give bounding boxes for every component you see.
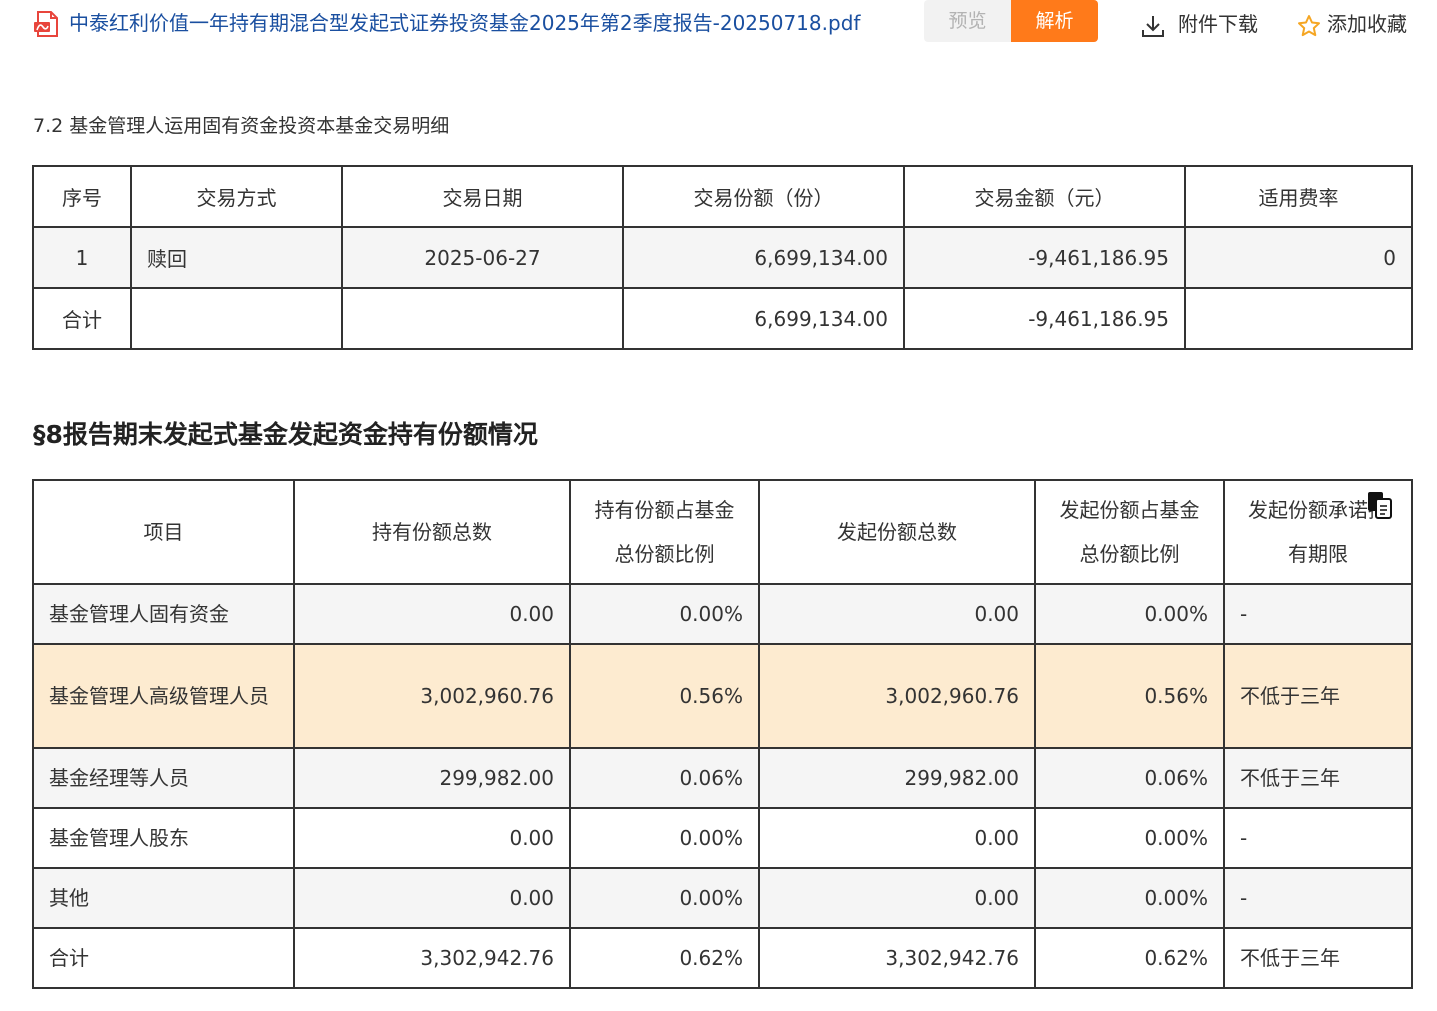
table-cell: 0.00% bbox=[1034, 867, 1225, 929]
table-cell: 0.00 bbox=[758, 867, 1036, 929]
section-7-2-title: 7.2 基金管理人运用固有资金投资本基金交易明细 bbox=[33, 115, 450, 137]
table-cell: 6,699,134.00 bbox=[622, 226, 905, 289]
table-cell: 0.56% bbox=[1034, 643, 1225, 749]
parse-button[interactable]: 解析 bbox=[1011, 0, 1098, 42]
table-cell: - bbox=[1223, 867, 1413, 929]
table-cell: 0.00 bbox=[293, 583, 571, 645]
column-header: 交易金额（元） bbox=[903, 165, 1186, 228]
transaction-detail-table: 序号 交易方式 交易日期 交易份额（份） 交易金额（元） 适用费率 1 赎回 2… bbox=[32, 165, 1413, 350]
table-cell: 0.00 bbox=[758, 807, 1036, 869]
table-cell: 0.06% bbox=[1034, 747, 1225, 809]
table-row: 基金经理等人员 299,982.00 0.06% 299,982.00 0.06… bbox=[32, 747, 1413, 809]
table-cell: - bbox=[1223, 583, 1413, 645]
table-row: 基金管理人固有资金 0.00 0.00% 0.00 0.00% - bbox=[32, 583, 1413, 645]
table-cell: 0.00% bbox=[569, 583, 760, 645]
table-cell: 其他 bbox=[32, 867, 295, 929]
column-header: 交易方式 bbox=[130, 165, 343, 228]
table-cell: 0.62% bbox=[569, 927, 760, 989]
download-icon bbox=[1142, 15, 1164, 37]
column-header: 交易日期 bbox=[341, 165, 624, 228]
table-cell bbox=[1184, 287, 1413, 350]
table-cell: 基金经理等人员 bbox=[32, 747, 295, 809]
table-cell: 基金管理人固有资金 bbox=[32, 583, 295, 645]
table-cell: 不低于三年 bbox=[1223, 643, 1413, 749]
column-header: 序号 bbox=[32, 165, 132, 228]
table-cell: 1 bbox=[32, 226, 132, 289]
table-header-row: 项目 持有份额总数 持有份额占基金总份额比例 发起份额总数 发起份额占基金总份额… bbox=[32, 479, 1413, 585]
table-cell: 基金管理人高级管理人员 bbox=[32, 643, 295, 749]
copy-icon[interactable] bbox=[1366, 490, 1394, 520]
seed-fund-holdings-table: 项目 持有份额总数 持有份额占基金总份额比例 发起份额总数 发起份额占基金总份额… bbox=[32, 479, 1413, 989]
table-cell: 不低于三年 bbox=[1223, 927, 1413, 989]
table-cell: 0.00% bbox=[569, 867, 760, 929]
table-cell: 0.00 bbox=[293, 807, 571, 869]
table-cell bbox=[130, 287, 343, 350]
table-row-total: 合计 3,302,942.76 0.62% 3,302,942.76 0.62%… bbox=[32, 927, 1413, 989]
column-header: 发起份额总数 bbox=[758, 479, 1036, 585]
table-cell: 合计 bbox=[32, 927, 295, 989]
star-icon bbox=[1298, 14, 1320, 36]
table-cell: 3,002,960.76 bbox=[758, 643, 1036, 749]
column-header: 持有份额总数 bbox=[293, 479, 571, 585]
add-favorite-button[interactable]: 添加收藏 bbox=[1297, 9, 1407, 39]
table-row: 1 赎回 2025-06-27 6,699,134.00 -9,461,186.… bbox=[32, 226, 1413, 289]
top-bar: 中泰红利价值一年持有期混合型发起式证券投资基金2025年第2季度报告-20250… bbox=[0, 0, 1437, 48]
table-header-row: 序号 交易方式 交易日期 交易份额（份） 交易金额（元） 适用费率 bbox=[32, 165, 1413, 228]
column-header: 交易份额（份） bbox=[622, 165, 905, 228]
table-cell: 299,982.00 bbox=[293, 747, 571, 809]
table-row-total: 合计 6,699,134.00 -9,461,186.95 bbox=[32, 287, 1413, 350]
preview-button[interactable]: 预览 bbox=[924, 0, 1011, 42]
table-cell: -9,461,186.95 bbox=[903, 287, 1186, 350]
table-cell: 3,302,942.76 bbox=[293, 927, 571, 989]
column-header: 项目 bbox=[32, 479, 295, 585]
table-cell: 0.00% bbox=[1034, 807, 1225, 869]
table-cell: 赎回 bbox=[130, 226, 343, 289]
table-cell: 3,302,942.76 bbox=[758, 927, 1036, 989]
favorite-label: 添加收藏 bbox=[1327, 12, 1407, 36]
table-row: 基金管理人股东 0.00 0.00% 0.00 0.00% - bbox=[32, 807, 1413, 869]
table-cell: 0.00% bbox=[1034, 583, 1225, 645]
table-cell: 0.56% bbox=[569, 643, 760, 749]
table-cell bbox=[341, 287, 624, 350]
table-cell: 不低于三年 bbox=[1223, 747, 1413, 809]
table-cell: 2025-06-27 bbox=[341, 226, 624, 289]
table-cell: -9,461,186.95 bbox=[903, 226, 1186, 289]
table-cell: 0.00 bbox=[758, 583, 1036, 645]
table-cell: 0.00% bbox=[569, 807, 760, 869]
table-cell: 0 bbox=[1184, 226, 1413, 289]
table-cell: 3,002,960.76 bbox=[293, 643, 571, 749]
table-row: 其他 0.00 0.00% 0.00 0.00% - bbox=[32, 867, 1413, 929]
section-8-title: §8报告期末发起式基金发起资金持有份额情况 bbox=[33, 420, 538, 449]
pdf-file-icon bbox=[34, 11, 58, 37]
download-attachment-button[interactable]: 附件下载 bbox=[1140, 9, 1258, 39]
table-cell: 合计 bbox=[32, 287, 132, 350]
download-label: 附件下载 bbox=[1178, 12, 1258, 36]
table-cell: 6,699,134.00 bbox=[622, 287, 905, 350]
file-title-link[interactable]: 中泰红利价值一年持有期混合型发起式证券投资基金2025年第2季度报告-20250… bbox=[69, 9, 860, 37]
column-header: 发起份额占基金总份额比例 bbox=[1034, 479, 1225, 585]
column-header: 适用费率 bbox=[1184, 165, 1413, 228]
table-cell: 0.06% bbox=[569, 747, 760, 809]
column-header: 持有份额占基金总份额比例 bbox=[569, 479, 760, 585]
table-cell: 0.00 bbox=[293, 867, 571, 929]
table-cell: 0.62% bbox=[1034, 927, 1225, 989]
table-row-highlighted: 基金管理人高级管理人员 3,002,960.76 0.56% 3,002,960… bbox=[32, 643, 1413, 749]
table-cell: 299,982.00 bbox=[758, 747, 1036, 809]
table-cell: 基金管理人股东 bbox=[32, 807, 295, 869]
table-cell: - bbox=[1223, 807, 1413, 869]
